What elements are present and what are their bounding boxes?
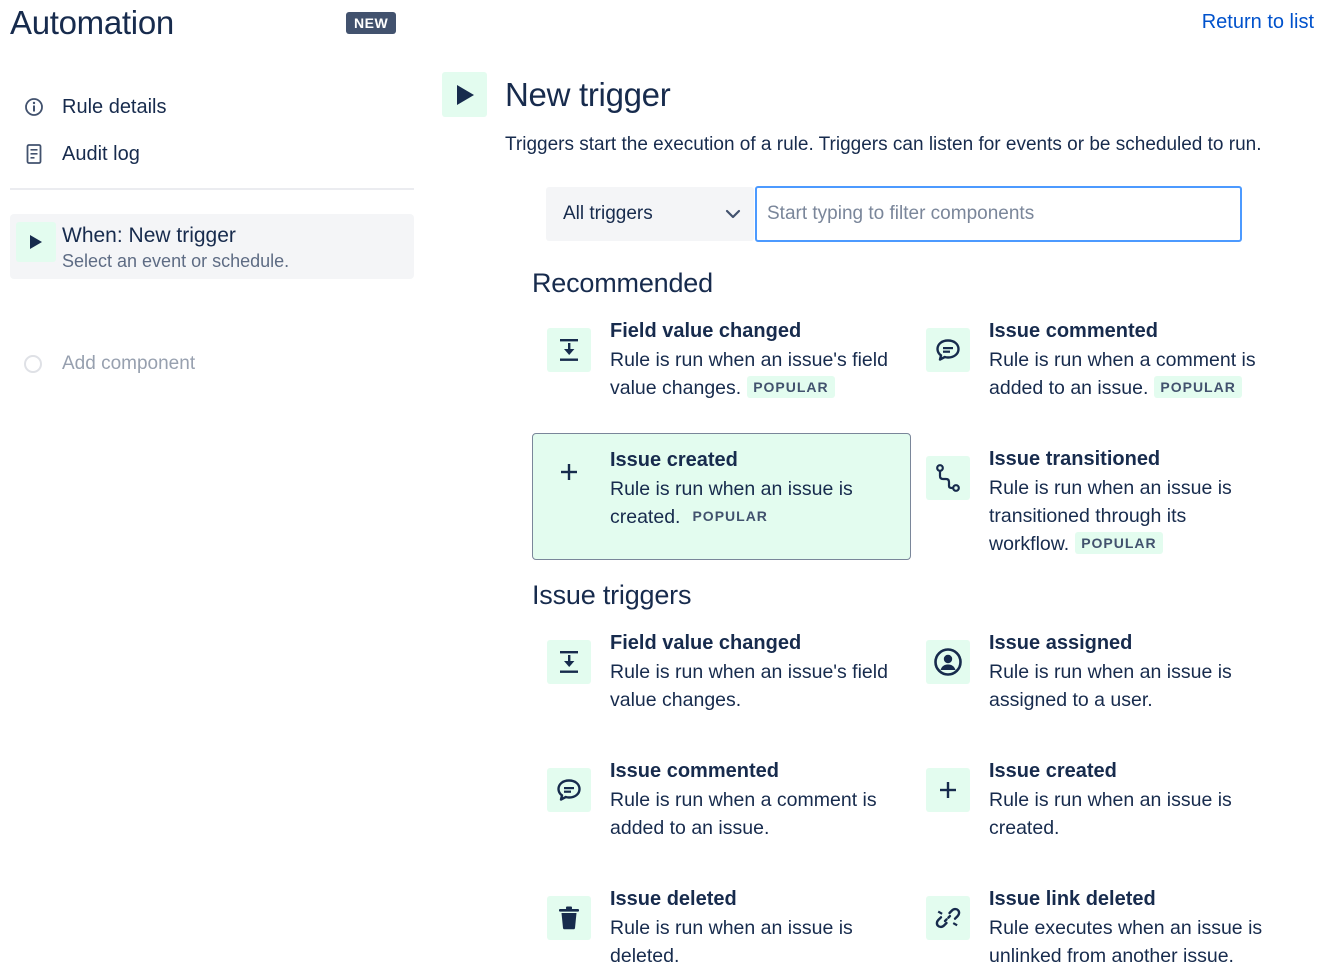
component-description: Rule executes when an issue is unlinked … (989, 917, 1263, 967)
component-title: Field value changed (610, 632, 802, 654)
component-issue-commented[interactable]: Issue commented Rule is run when a comme… (911, 320, 1291, 448)
document-icon (20, 140, 48, 168)
add-component-label: Add component (62, 353, 196, 374)
popular-badge: POPULAR (747, 376, 835, 398)
sidebar-item-rule-details[interactable]: Rule details (20, 93, 167, 121)
trigger-card-title: When: New trigger (62, 224, 236, 247)
user-avatar-icon (926, 640, 970, 684)
plus-icon (926, 768, 970, 812)
plus-icon (547, 450, 591, 494)
comment-icon (926, 328, 970, 372)
select-value: All triggers (563, 203, 653, 224)
component-field-value-changed[interactable]: Field value changed Rule is run when an … (532, 320, 912, 448)
component-title: Field value changed (610, 320, 802, 342)
trigger-card-subtitle: Select an event or schedule. (62, 251, 290, 271)
component-description: Rule is run when a comment is added to a… (989, 349, 1256, 399)
component-issue-transitioned[interactable]: Issue transitioned Rule is run when an i… (911, 448, 1291, 576)
play-icon (442, 72, 487, 117)
return-to-list-link[interactable]: Return to list (1202, 11, 1314, 34)
component-description: Rule is run when a comment is added to a… (610, 789, 877, 839)
add-component-button[interactable]: Add component (24, 353, 195, 375)
component-description: Rule is run when an issue is created. POP… (610, 478, 853, 528)
component-title: Issue deleted (610, 888, 737, 910)
component-issue-assigned[interactable]: Issue assigned Rule is run when an issue… (911, 632, 1291, 760)
component-title: Issue assigned (989, 632, 1133, 654)
field-change-icon (547, 640, 591, 684)
trash-icon (547, 896, 591, 940)
new-badge: NEW (346, 12, 397, 34)
component-title: Issue created (989, 760, 1117, 782)
popular-badge: POPULAR (1075, 532, 1163, 554)
component-title: Issue commented (989, 320, 1158, 342)
component-issue-commented[interactable]: Issue commented Rule is run when a comme… (532, 760, 912, 888)
sidebar-trigger-card[interactable]: When: New trigger Select an event or sch… (10, 214, 414, 279)
component-description: Rule is run when an issue's field value … (610, 349, 888, 399)
section-title-recommended: Recommended (532, 268, 713, 298)
app-title: Automation (10, 4, 174, 41)
play-icon (16, 222, 56, 262)
component-issue-created[interactable]: Issue created Rule is run when an issue … (911, 760, 1291, 888)
component-title: Issue commented (610, 760, 779, 782)
popular-badge: POPULAR (692, 508, 768, 524)
component-title: Issue link deleted (989, 888, 1156, 910)
component-description: Rule is run when an issue is assigned to… (989, 661, 1232, 711)
page-title: New trigger (505, 76, 671, 113)
component-description: Rule is run when an issue's field value … (610, 661, 888, 711)
component-description: Rule is run when an issue is created. (989, 789, 1232, 839)
component-issue-created[interactable]: Issue created Rule is run when an issue … (532, 433, 911, 560)
component-field-value-changed[interactable]: Field value changed Rule is run when an … (532, 632, 912, 760)
component-issue-deleted[interactable]: Issue deleted Rule is run when an issue … (532, 888, 912, 968)
trigger-type-select[interactable]: All triggers (546, 187, 754, 241)
component-description: Rule is run when an issue is deleted. (610, 917, 853, 967)
sidebar-item-audit-log[interactable]: Audit log (20, 140, 140, 168)
info-icon (20, 93, 48, 121)
sidebar-item-label: Rule details (62, 95, 167, 118)
comment-icon (547, 768, 591, 812)
sidebar-item-label: Audit log (62, 142, 140, 165)
transition-icon (926, 456, 970, 500)
circle-icon (24, 355, 42, 373)
filter-input[interactable] (755, 186, 1242, 242)
chevron-down-icon (724, 205, 742, 229)
popular-badge: POPULAR (1154, 376, 1242, 398)
section-title-issue-triggers: Issue triggers (532, 580, 692, 610)
field-change-icon (547, 328, 591, 372)
page-description: Triggers start the execution of a rule. … (505, 134, 1262, 155)
component-title: Issue transitioned (989, 448, 1161, 470)
unlink-icon (926, 896, 970, 940)
component-description: Rule is run when an issue is transitione… (989, 477, 1232, 555)
component-issue-link-deleted[interactable]: Issue link deleted Rule executes when an… (911, 888, 1291, 968)
sidebar-divider (10, 188, 414, 190)
component-title: Issue created (610, 449, 738, 471)
